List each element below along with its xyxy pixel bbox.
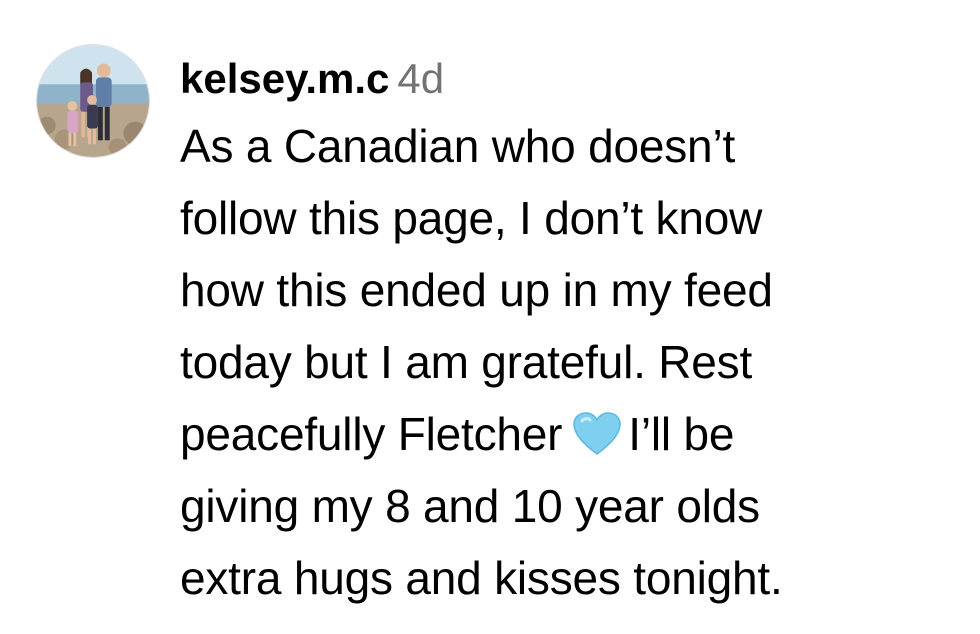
comment-text: As a Canadian who doesn’t follow this pa…: [180, 110, 970, 614]
comment: kelsey.m.c 4d As a Canadian who doesn’t f…: [0, 0, 980, 634]
comment-line: follow this page, I don’t know: [180, 192, 763, 244]
username-link[interactable]: kelsey.m.c: [180, 55, 389, 102]
comment-age: 4d: [397, 55, 445, 102]
comment-line: extra hugs and kisses tonight.: [180, 552, 783, 604]
comment-line: how this ended up in my feed: [180, 264, 773, 316]
family-photo-avatar-image: [37, 45, 149, 157]
comment-line: today but I am grateful. Rest: [180, 336, 753, 388]
comment-line-segment: peacefully Fletcher: [180, 408, 563, 460]
comment-line-with-emoji: peacefully Fletcher I’ll be: [180, 398, 970, 470]
comment-line: As a Canadian who doesn’t: [180, 120, 736, 172]
light-blue-heart-icon: [572, 412, 622, 456]
comment-line: giving my 8 and 10 year olds: [180, 480, 760, 532]
avatar[interactable]: [36, 44, 150, 158]
comment-header: kelsey.m.c 4d: [180, 54, 444, 104]
comment-line-segment: I’ll be: [628, 408, 735, 460]
